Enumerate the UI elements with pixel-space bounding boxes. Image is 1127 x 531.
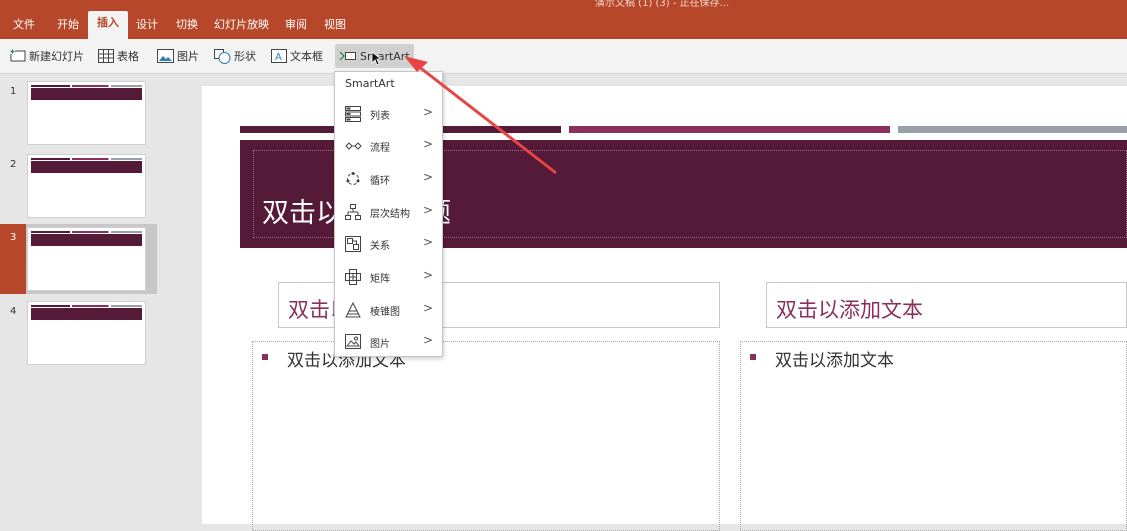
menu-item-list[interactable]: 列表 >: [335, 99, 442, 129]
slide-thumbnail-preview: [27, 301, 146, 365]
smartart-button[interactable]: SmartArt: [335, 44, 414, 68]
slide-thumbnail-preview: [27, 81, 146, 145]
shape-icon: [214, 48, 231, 64]
matrix-icon: [345, 269, 361, 289]
new-slide-icon: [10, 49, 26, 63]
chevron-right-icon: >: [423, 235, 434, 249]
slide-number: 4: [10, 306, 17, 317]
picture-icon: [157, 49, 174, 63]
tab-review[interactable]: 审阅: [285, 16, 307, 32]
shape-button[interactable]: 形状: [214, 45, 256, 67]
right-subtitle-text: 双击以添加文本: [776, 298, 923, 322]
menu-item-label: 图片: [370, 339, 390, 350]
menu-item-pyramid[interactable]: 棱锥图 >: [335, 295, 442, 325]
bullet-icon: [262, 354, 268, 360]
menu-item-hierarchy[interactable]: 层次结构 >: [335, 197, 442, 227]
slide-thumbnail-4[interactable]: 4: [0, 298, 157, 368]
window-title: 演示文稿 (1) (3) - 正在保存...: [595, 0, 730, 9]
menu-item-matrix[interactable]: 矩阵 >: [335, 262, 442, 292]
process-icon: [345, 138, 362, 158]
insert-toolbar: 新建幻灯片 表格 图片 形状 A 文本框 SmartArt: [0, 39, 1127, 74]
menu-item-label: 棱锥图: [370, 307, 400, 318]
cycle-icon: [345, 171, 361, 191]
decor-bar-accent: [569, 126, 890, 133]
table-label: 表格: [117, 50, 139, 63]
smartart-dropdown-menu: SmartArt 列表 > 流程 > 循环 > 层次结构 > 关系 > 矩阵 >…: [334, 71, 443, 357]
chevron-right-icon: >: [423, 137, 434, 151]
slide-thumbnail-preview: [27, 227, 146, 291]
tab-view[interactable]: 视图: [324, 16, 346, 32]
decor-bar-gray: [898, 126, 1127, 133]
picture-label: 图片: [177, 50, 199, 63]
left-body-placeholder[interactable]: 双击以添加文本: [252, 341, 720, 531]
menu-item-label: 循环: [370, 176, 390, 187]
slide-thumbnail-preview: [27, 154, 146, 218]
right-body-placeholder[interactable]: 双击以添加文本: [740, 341, 1127, 531]
textbox-button[interactable]: A 文本框: [271, 45, 323, 67]
smartart-icon: [339, 49, 357, 63]
right-body-text: 双击以添加文本: [775, 351, 894, 371]
menu-item-label: 层次结构: [370, 209, 410, 220]
tab-insert[interactable]: 插入: [88, 11, 128, 39]
picture-button[interactable]: 图片: [157, 45, 199, 67]
shape-label: 形状: [234, 50, 256, 63]
bullet-icon: [750, 354, 756, 360]
menu-item-cycle[interactable]: 循环 >: [335, 164, 442, 194]
chevron-right-icon: >: [423, 105, 434, 119]
chevron-right-icon: >: [423, 203, 434, 217]
mouse-cursor-icon: [371, 51, 381, 66]
list-icon: [345, 106, 361, 126]
chevron-right-icon: >: [423, 170, 434, 184]
menu-item-label: 列表: [370, 111, 390, 122]
slide-thumbnail-3[interactable]: 3: [0, 224, 157, 294]
pyramid-icon: [345, 301, 361, 322]
slide-number: 3: [10, 232, 17, 243]
slide-number: 1: [10, 86, 17, 97]
ribbon-header: 演示文稿 (1) (3) - 正在保存... 文件 开始 插入 设计 切换 幻灯…: [0, 0, 1127, 39]
slide-number: 2: [10, 159, 17, 170]
new-slide-label: 新建幻灯片: [29, 50, 84, 63]
menu-header: SmartArt: [345, 77, 395, 90]
menu-item-process[interactable]: 流程 >: [335, 131, 442, 161]
menu-item-picture[interactable]: 图片 >: [335, 327, 442, 357]
menu-item-label: 关系: [370, 241, 390, 252]
chevron-right-icon: >: [423, 268, 434, 282]
tab-slideshow[interactable]: 幻灯片放映: [214, 16, 269, 32]
relationship-icon: [345, 236, 361, 256]
slide-thumbnail-2[interactable]: 2: [0, 151, 157, 221]
tab-file[interactable]: 文件: [13, 16, 35, 32]
tab-transitions[interactable]: 切换: [176, 16, 198, 32]
tab-design[interactable]: 设计: [136, 16, 158, 32]
menu-item-label: 矩阵: [370, 274, 390, 285]
smartart-label: SmartArt: [360, 49, 410, 63]
svg-text:A: A: [275, 52, 282, 63]
tab-home[interactable]: 开始: [57, 16, 79, 32]
picture-icon: [345, 334, 361, 353]
menu-item-label: 流程: [370, 143, 390, 154]
slides-panel: 1 2 3 4: [0, 74, 157, 524]
chevron-right-icon: >: [423, 301, 434, 315]
new-slide-button[interactable]: 新建幻灯片: [10, 45, 84, 67]
chevron-right-icon: >: [423, 333, 434, 347]
slide-thumbnail-1[interactable]: 1: [0, 78, 157, 148]
textbox-label: 文本框: [290, 50, 323, 63]
table-button[interactable]: 表格: [98, 45, 139, 67]
table-icon: [98, 49, 114, 63]
right-subtitle-placeholder[interactable]: 双击以添加文本: [766, 282, 1127, 328]
hierarchy-icon: [345, 204, 361, 224]
textbox-icon: A: [271, 49, 287, 63]
menu-item-relationship[interactable]: 关系 >: [335, 229, 442, 259]
